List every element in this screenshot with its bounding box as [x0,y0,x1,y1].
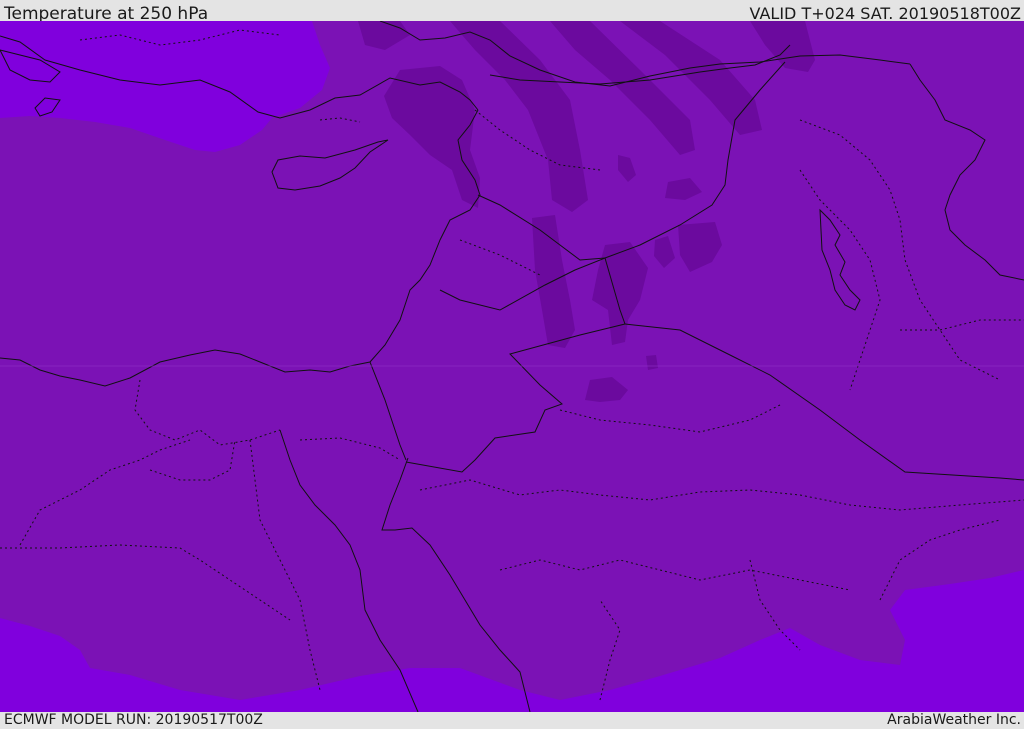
weather-map[interactable] [0,21,1024,712]
credit-label: ArabiaWeather Inc. [887,712,1021,728]
band-cold-14 [646,355,658,370]
footer-bar: ECMWF MODEL RUN: 20190517T00Z ArabiaWeat… [0,712,1024,729]
header-bar: Temperature at 250 hPa VALID T+024 SAT. … [0,0,1024,24]
model-run-label: ECMWF MODEL RUN: 20190517T00Z [4,712,263,728]
map-canvas [0,21,1024,712]
